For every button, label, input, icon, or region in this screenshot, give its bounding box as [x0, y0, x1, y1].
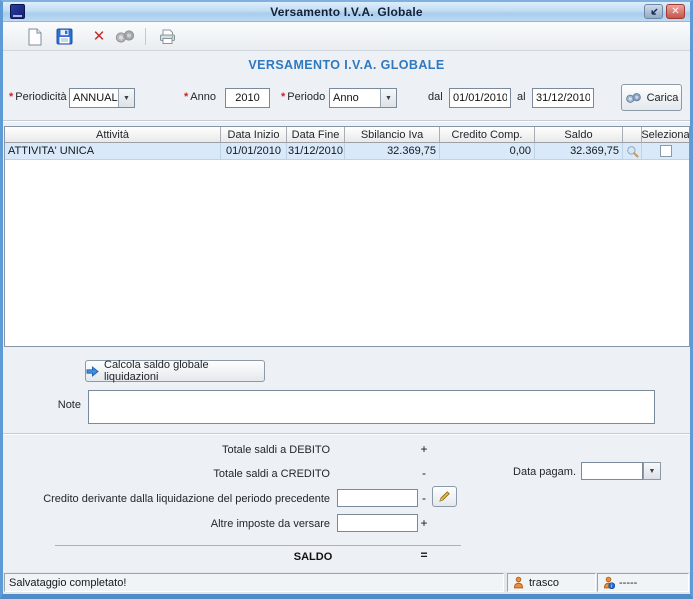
- window-title: Versamento I.V.A. Globale: [3, 5, 690, 19]
- column-header-saldo[interactable]: Saldo: [535, 127, 623, 143]
- altre-imposte-input[interactable]: [337, 514, 418, 532]
- magnifier-icon: [626, 145, 639, 158]
- cell-data-inizio: 01/01/2010: [221, 143, 287, 160]
- print-icon: [158, 28, 177, 45]
- saldo-sign: =: [417, 548, 431, 562]
- periodicita-value: ANNUALE: [70, 92, 118, 104]
- restore-button[interactable]: [644, 4, 663, 19]
- new-document-icon: [27, 28, 43, 46]
- edit-credito-button[interactable]: [432, 486, 457, 507]
- sum-divider: [55, 545, 461, 546]
- periodo-combo[interactable]: Anno ▼: [329, 88, 397, 108]
- column-header-sbilancio-iva[interactable]: Sbilancio Iva: [345, 127, 440, 143]
- column-header-data-inizio[interactable]: Data Inizio: [221, 127, 287, 143]
- al-input[interactable]: [532, 88, 594, 108]
- periodo-label: *Periodo: [281, 91, 325, 103]
- periodo-value: Anno: [330, 92, 380, 104]
- cell-attivita: ATTIVITA' UNICA: [5, 143, 221, 160]
- column-header-lens: [623, 127, 642, 143]
- status-message: Salvataggio completato!: [9, 577, 126, 589]
- page-title: VERSAMENTO I.V.A. GLOBALE: [3, 58, 690, 72]
- dal-input[interactable]: [449, 88, 511, 108]
- credito-sign: -: [417, 466, 431, 480]
- required-marker: *: [9, 91, 13, 103]
- status-company-cell: i -----: [597, 573, 689, 592]
- altre-imposte-label: Altre imposte da versare: [3, 518, 330, 530]
- status-user-cell: trasco: [507, 573, 596, 592]
- row-detail-button[interactable]: [623, 143, 642, 160]
- anno-label: *Anno: [184, 91, 216, 103]
- al-label: al: [517, 91, 526, 103]
- print-button[interactable]: [155, 25, 179, 48]
- delete-button[interactable]: ✕: [87, 25, 111, 48]
- save-icon: [56, 28, 73, 45]
- cell-saldo: 32.369,75: [535, 143, 623, 160]
- data-pagam-dropdown-button[interactable]: ▼: [643, 462, 661, 480]
- app-icon: [10, 4, 25, 19]
- chevron-down-icon: ▼: [649, 468, 656, 475]
- app-window: Versamento I.V.A. Globale ✕ ✕: [0, 0, 693, 599]
- column-header-credito-comp[interactable]: Credito Comp.: [440, 127, 535, 143]
- table-row[interactable]: ATTIVITA' UNICA 01/01/2010 31/12/2010 32…: [5, 143, 689, 160]
- chevron-down-icon[interactable]: ▼: [118, 89, 134, 107]
- totale-credito-label: Totale saldi a CREDITO: [3, 468, 330, 480]
- chevron-down-icon[interactable]: ▼: [380, 89, 396, 107]
- debito-sign: +: [417, 442, 431, 456]
- data-pagam-input[interactable]: [581, 462, 643, 480]
- status-company: -----: [619, 577, 637, 589]
- svg-text:i: i: [611, 584, 612, 589]
- binoculars-icon: [625, 92, 642, 104]
- dal-label: dal: [428, 91, 443, 103]
- saldo-label: SALDO: [243, 551, 383, 563]
- table-header: Attività Data Inizio Data Fine Sbilancio…: [5, 127, 689, 143]
- column-header-seleziona[interactable]: Seleziona: [642, 127, 689, 143]
- cell-credito-comp: 0,00: [440, 143, 535, 160]
- note-input[interactable]: [88, 390, 655, 424]
- close-button[interactable]: ✕: [666, 4, 685, 19]
- carica-label: Carica: [647, 92, 679, 104]
- credito-precedente-label: Credito derivante dalla liquidazione del…: [3, 493, 330, 505]
- titlebar: Versamento I.V.A. Globale ✕: [3, 2, 690, 22]
- cell-sbilancio-iva: 32.369,75: [345, 143, 440, 160]
- pencil-icon: [438, 490, 451, 503]
- divider: [3, 120, 690, 122]
- toolbar: ✕: [3, 22, 690, 51]
- column-header-attivita[interactable]: Attività: [5, 127, 221, 143]
- binoculars-icon: [115, 29, 135, 44]
- note-label: Note: [33, 399, 81, 411]
- toolbar-separator: [145, 28, 146, 45]
- status-message-cell: Salvataggio completato!: [4, 573, 504, 592]
- data-pagam-label: Data pagam.: [461, 466, 576, 478]
- user-info-icon: i: [602, 576, 615, 589]
- divider: [3, 433, 690, 435]
- new-document-button[interactable]: [23, 25, 47, 48]
- main-panel: VERSAMENTO I.V.A. GLOBALE *Periodicità A…: [3, 51, 690, 572]
- close-icon: ✕: [671, 7, 679, 17]
- anno-input[interactable]: [225, 88, 270, 108]
- status-user: trasco: [529, 577, 559, 589]
- statusbar: Salvataggio completato! trasco i -----: [3, 572, 690, 594]
- periodicita-combo[interactable]: ANNUALE ▼: [69, 88, 135, 108]
- delete-icon: ✕: [93, 29, 106, 44]
- seleziona-checkbox[interactable]: [660, 145, 672, 157]
- activities-table: Attività Data Inizio Data Fine Sbilancio…: [4, 126, 690, 347]
- cell-data-fine: 31/12/2010: [287, 143, 345, 160]
- periodicita-label: *Periodicità: [9, 91, 67, 103]
- altre-imposte-sign: +: [417, 516, 431, 530]
- carica-button[interactable]: Carica: [621, 84, 682, 111]
- restore-arrow-icon: [649, 7, 659, 17]
- credito-precedente-sign: -: [417, 491, 431, 505]
- cell-seleziona: [642, 143, 689, 160]
- blue-arrow-icon: [86, 366, 99, 377]
- calcola-saldo-label: Calcola saldo globale liquidazioni: [104, 359, 264, 383]
- user-icon: [512, 576, 525, 589]
- calcola-saldo-button[interactable]: Calcola saldo globale liquidazioni: [85, 360, 265, 382]
- totale-debito-label: Totale saldi a DEBITO: [3, 444, 330, 456]
- credito-precedente-input[interactable]: [337, 489, 418, 507]
- save-button[interactable]: [52, 25, 76, 48]
- search-button[interactable]: [113, 25, 137, 48]
- column-header-data-fine[interactable]: Data Fine: [287, 127, 345, 143]
